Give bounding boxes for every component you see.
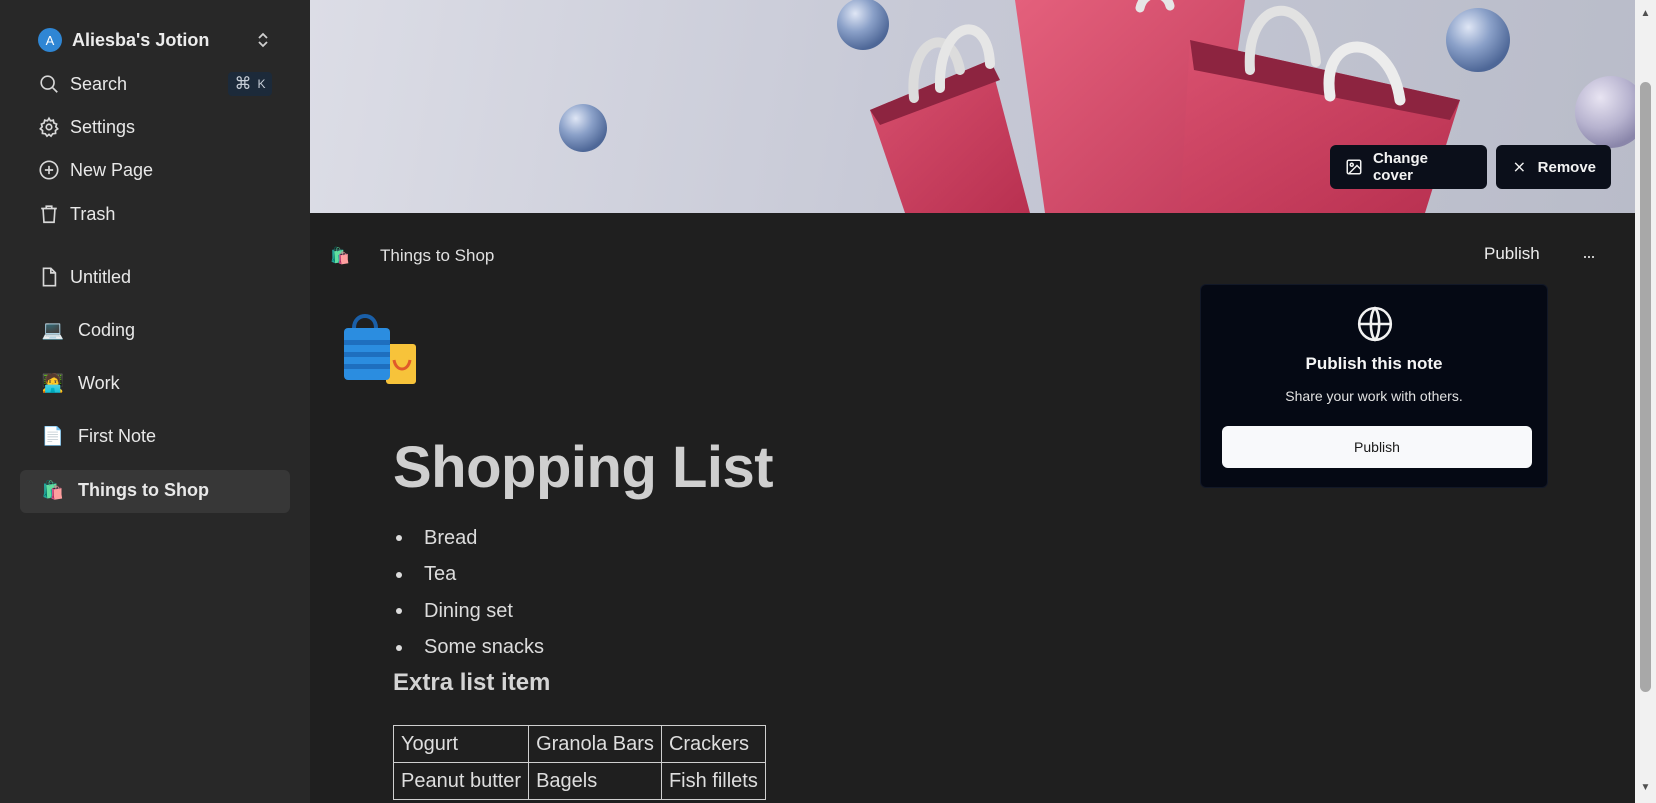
sidebar-settings[interactable]: Settings	[38, 112, 278, 142]
search-icon	[40, 75, 58, 93]
more-options-button[interactable]: ···	[1582, 246, 1604, 266]
page-title[interactable]: Shopping List	[393, 434, 774, 501]
list-item-text: Some snacks	[424, 636, 545, 659]
list-item[interactable]: Some snacks	[393, 630, 544, 667]
popover-title: Publish this note	[1305, 354, 1443, 373]
sidebar-new-page[interactable]: New Page	[38, 155, 278, 185]
subheading[interactable]: Extra list item	[393, 669, 550, 697]
change-cover-label: Change cover	[1372, 150, 1428, 184]
command-key: ⌘	[234, 74, 252, 93]
sidebar: A Aliesba's Jotion Search ⌘ K Settings N…	[0, 0, 310, 803]
sidebar-item-label: Coding	[78, 319, 136, 340]
trash-icon	[41, 205, 57, 224]
scroll-up-arrow[interactable]: ▲	[1640, 9, 1651, 19]
technologist-emoji-icon: 🧑‍💻	[41, 372, 65, 393]
bullet-dot	[396, 535, 402, 542]
scroll-down-arrow[interactable]: ▼	[1640, 783, 1651, 793]
table-cell[interactable]: Fish fillets	[660, 762, 766, 800]
sidebar-item-label: First Note	[78, 425, 157, 446]
settings-label: Settings	[70, 116, 136, 137]
sidebar-item-label: Work	[78, 372, 120, 393]
shopping-bags-emoji-icon: 🛍️	[41, 479, 65, 500]
sidebar-item-label: Things to Shop	[78, 479, 209, 500]
list-item-text: Bread	[424, 526, 478, 549]
shopping-table: Yogurt Granola Bars Crackers Peanut butt…	[392, 725, 766, 800]
search-label: Search	[70, 73, 128, 94]
breadcrumb-title: Things to Shop	[380, 246, 495, 265]
bullet-list: Bread Tea Dining set Some snacks	[393, 520, 544, 666]
search-shortcut-badge: ⌘ K	[228, 72, 272, 96]
popover-publish-button[interactable]: Publish	[1222, 426, 1532, 468]
shopping-bags-emoji-icon: 🛍️	[330, 248, 350, 265]
globe-icon	[1357, 306, 1393, 342]
remove-cover-button[interactable]: Remove	[1496, 145, 1611, 189]
list-item-text: Tea	[424, 563, 457, 586]
table-cell[interactable]: Crackers	[660, 725, 766, 763]
table-row: Yogurt Granola Bars Crackers	[392, 725, 766, 763]
list-item[interactable]: Dining set	[393, 593, 544, 630]
gear-icon	[39, 116, 59, 138]
sidebar-item-things-to-shop[interactable]: 🛍️ Things to Shop	[38, 475, 278, 505]
table-cell[interactable]: Bagels	[528, 762, 662, 800]
table-cell[interactable]: Granola Bars	[528, 725, 662, 763]
list-item[interactable]: Tea	[393, 557, 544, 594]
k-key: K	[257, 77, 266, 91]
publish-popover: Publish this note Share your work with o…	[1200, 284, 1548, 488]
workspace-name: Aliesba's Jotion	[72, 29, 210, 50]
image-icon	[1346, 159, 1362, 175]
new-page-label: New Page	[70, 159, 154, 180]
trash-label: Trash	[70, 203, 116, 224]
sidebar-item-coding[interactable]: 💻 Coding	[38, 315, 278, 345]
table-row: Peanut butter Bagels Fish fillets	[392, 762, 766, 800]
cover-image: Change cover Remove	[310, 0, 1635, 213]
page-emoji-icon: 📄	[41, 425, 65, 446]
remove-cover-label: Remove	[1537, 158, 1596, 176]
shopping-bags-page-icon[interactable]	[340, 308, 420, 388]
change-cover-button[interactable]: Change cover	[1330, 145, 1487, 189]
list-item[interactable]: Bread	[393, 520, 544, 557]
popover-subtitle: Share your work with others.	[1285, 388, 1463, 404]
plus-circle-icon	[39, 160, 59, 180]
document-icon	[38, 266, 60, 288]
sidebar-item-work[interactable]: 🧑‍💻 Work	[38, 368, 278, 398]
workspace-switcher[interactable]: A Aliesba's Jotion	[38, 27, 270, 53]
laptop-emoji-icon: 💻	[41, 319, 65, 340]
sidebar-trash[interactable]: Trash	[38, 199, 278, 229]
sidebar-item-label: Untitled	[70, 266, 132, 287]
table-cell[interactable]: Peanut butter	[392, 762, 530, 800]
sidebar-search[interactable]: Search ⌘ K	[38, 69, 278, 99]
chevron-up-down-icon	[258, 32, 268, 48]
list-item-text: Dining set	[424, 599, 513, 622]
sidebar-item-first-note[interactable]: 📄 First Note	[38, 421, 278, 451]
sidebar-item-untitled[interactable]: Untitled	[38, 262, 278, 292]
publish-button[interactable]: Publish	[1484, 244, 1540, 264]
bullet-dot	[396, 644, 402, 651]
scrollbar-thumb[interactable]	[1640, 82, 1651, 692]
bullet-dot	[396, 608, 402, 615]
breadcrumb[interactable]: 🛍️ Things to Shop	[330, 244, 494, 268]
close-icon	[1514, 162, 1524, 172]
avatar: A	[38, 28, 62, 52]
table-cell[interactable]: Yogurt	[392, 725, 530, 763]
bullet-dot	[396, 571, 402, 578]
